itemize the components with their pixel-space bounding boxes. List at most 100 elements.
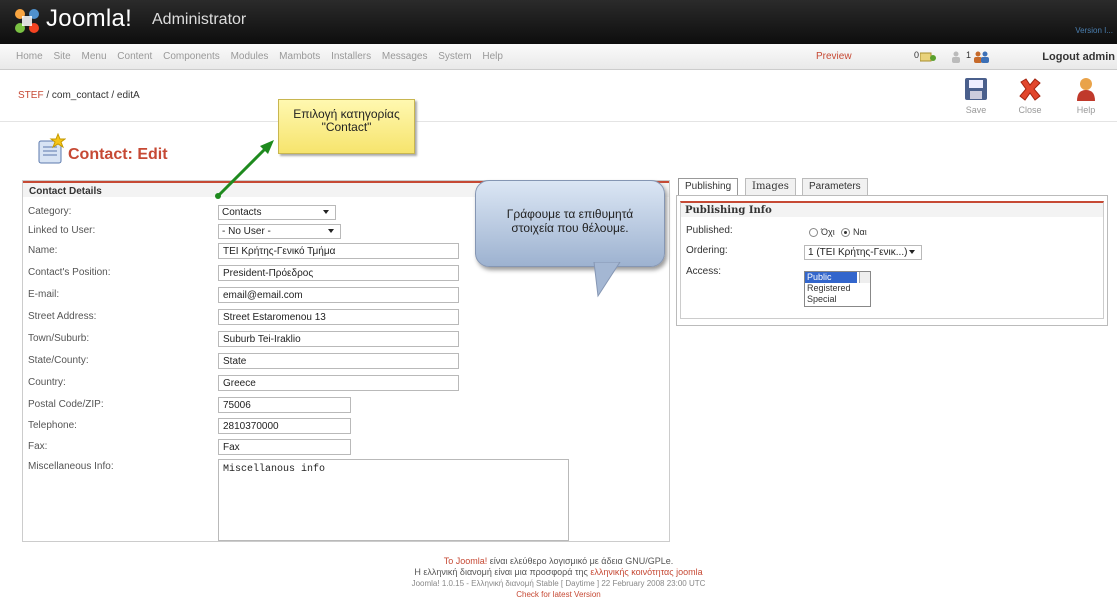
chevron-down-icon xyxy=(909,250,915,254)
main-menu: Home Site Menu Content Components Module… xyxy=(16,51,511,62)
close-button[interactable]: Close xyxy=(1008,72,1052,120)
access-label: Access: xyxy=(686,266,722,277)
telephone-field[interactable]: 2810370000 xyxy=(218,418,351,434)
misc-textarea[interactable]: Miscellanous info xyxy=(218,459,569,541)
street-label: Street Address: xyxy=(28,311,97,322)
telephone-row: Telephone: 2810370000 xyxy=(23,416,669,436)
category-note-line2: "Contact" xyxy=(321,120,372,134)
state-row: State/County: State xyxy=(23,351,669,371)
fax-row: Fax: Fax xyxy=(23,437,669,457)
street-field[interactable]: Street Estaromenou 13 xyxy=(218,309,459,325)
category-select[interactable]: Contacts xyxy=(218,205,336,220)
messages-count: 0 xyxy=(914,50,920,60)
user-icon[interactable] xyxy=(951,51,961,63)
logout-link[interactable]: Logout admin xyxy=(1042,51,1115,63)
chevron-down-icon xyxy=(323,210,329,214)
ordering-label: Ordering: xyxy=(686,245,728,256)
published-yes-label: Ναι xyxy=(853,227,867,237)
save-icon xyxy=(965,78,987,100)
access-scrollbar[interactable] xyxy=(859,272,870,283)
postal-label: Postal Code/ZIP: xyxy=(28,399,104,410)
state-field[interactable]: State xyxy=(218,353,459,369)
help-label: Help xyxy=(1076,105,1096,115)
email-label: E-mail: xyxy=(28,289,60,300)
chevron-down-icon xyxy=(328,229,334,233)
access-listbox[interactable]: Public Registered Special xyxy=(804,271,871,307)
category-note-callout: Επιλογή κατηγορίας "Contact" xyxy=(278,99,415,154)
linked-user-select[interactable]: - No User - xyxy=(218,224,341,239)
fill-note-line2: στοιχεία που θέλουμε. xyxy=(511,221,629,235)
publishing-info-box: Publishing Info Published: Όχι Ναι Order… xyxy=(680,201,1104,319)
users-online-icon[interactable] xyxy=(973,51,991,63)
contact-edit-icon xyxy=(38,133,66,164)
users-count: 1 xyxy=(966,50,972,60)
save-button[interactable]: Save xyxy=(954,72,998,120)
published-no-label: Όχι xyxy=(821,227,835,237)
footer-version-line: Joomla! 1.0.15 - Ελληνική διανομή Stable… xyxy=(411,579,706,588)
tab-publishing[interactable]: Publishing xyxy=(678,178,739,196)
name-label: Name: xyxy=(28,245,58,256)
menu-help[interactable]: Help xyxy=(482,51,503,62)
toolbar-area xyxy=(0,70,1117,122)
breadcrumb-site[interactable]: STEF xyxy=(18,90,44,101)
fill-note-line1: Γράφουμε τα επιθυμητά xyxy=(506,207,634,221)
community-link[interactable]: ελληνικής κοινότητας joomla xyxy=(590,567,702,577)
menu-site[interactable]: Site xyxy=(53,51,70,62)
breadcrumb-path: / com_contact / editA xyxy=(43,90,140,101)
fill-note-callout: Γράφουμε τα επιθυμητά στοιχεία που θέλου… xyxy=(475,180,665,267)
email-field[interactable]: email@email.com xyxy=(218,287,459,303)
menu-modules[interactable]: Modules xyxy=(231,51,269,62)
access-option-public[interactable]: Public xyxy=(805,272,857,283)
linked-user-label: Linked to User: xyxy=(28,225,96,236)
menu-home[interactable]: Home xyxy=(16,51,43,62)
fax-label: Fax: xyxy=(28,441,48,452)
published-yes-radio[interactable] xyxy=(841,228,850,237)
footer: Το Joomla! είναι ελεύθερο λογισμικό με ά… xyxy=(0,556,1117,600)
category-label: Category: xyxy=(28,206,72,217)
menu-content[interactable]: Content xyxy=(117,51,152,62)
header-bar: Joomla! Administrator Version I... xyxy=(0,0,1117,44)
version-text: Version I... xyxy=(1075,26,1113,35)
position-field[interactable]: President-Πρόεδρος xyxy=(218,265,459,281)
menu-components[interactable]: Components xyxy=(163,51,220,62)
ordering-select[interactable]: 1 (ΤΕΙ Κρήτης-Γενικ...) xyxy=(804,245,922,260)
state-label: State/County: xyxy=(28,355,89,366)
callout-tail-icon xyxy=(593,262,621,298)
tab-parameters[interactable]: Parameters xyxy=(802,178,868,195)
town-field[interactable]: Suburb Tei-Iraklio xyxy=(218,331,459,347)
menu-bar: Home Site Menu Content Components Module… xyxy=(0,44,1117,70)
save-label: Save xyxy=(965,105,987,115)
name-field[interactable]: ΤΕΙ Κρήτης-Γενικό Τμήμα xyxy=(218,243,459,259)
joomla-link[interactable]: Το Joomla! xyxy=(444,556,488,566)
menu-mambots[interactable]: Mambots xyxy=(279,51,320,62)
town-row: Town/Suburb: Suburb Tei-Iraklio xyxy=(23,329,669,349)
footer-line2: Η ελληνική διανομή είναι μια προσφορά τη… xyxy=(414,567,591,577)
menu-menu[interactable]: Menu xyxy=(81,51,106,62)
access-option-registered[interactable]: Registered xyxy=(805,283,870,294)
messages-icon[interactable] xyxy=(920,52,936,62)
linked-user-value: - No User - xyxy=(222,226,271,237)
preview-link[interactable]: Preview xyxy=(816,51,852,62)
category-value: Contacts xyxy=(222,207,262,218)
country-field[interactable]: Greece xyxy=(218,375,459,391)
country-label: Country: xyxy=(28,377,66,388)
postal-row: Postal Code/ZIP: 75006 xyxy=(23,395,669,415)
publishing-info-heading: Publishing Info xyxy=(681,203,1103,217)
page-title: Contact: Edit xyxy=(68,146,168,163)
breadcrumb: STEF / com_contact / editA xyxy=(18,90,140,101)
menu-messages[interactable]: Messages xyxy=(382,51,428,62)
access-option-special[interactable]: Special xyxy=(805,294,870,305)
fax-field[interactable]: Fax xyxy=(218,439,351,455)
published-no-radio[interactable] xyxy=(809,228,818,237)
close-icon xyxy=(1019,78,1041,101)
menu-installers[interactable]: Installers xyxy=(331,51,371,62)
postal-field[interactable]: 75006 xyxy=(218,397,351,413)
menu-system[interactable]: System xyxy=(438,51,471,62)
position-label: Contact's Position: xyxy=(28,267,111,278)
check-version-link[interactable]: Check for latest Version xyxy=(0,589,1117,600)
help-icon xyxy=(1077,78,1095,101)
tab-images[interactable]: Images xyxy=(745,178,796,195)
joomla-logo-icon xyxy=(15,9,39,33)
help-button[interactable]: Help xyxy=(1064,72,1108,120)
town-label: Town/Suburb: xyxy=(28,333,90,344)
